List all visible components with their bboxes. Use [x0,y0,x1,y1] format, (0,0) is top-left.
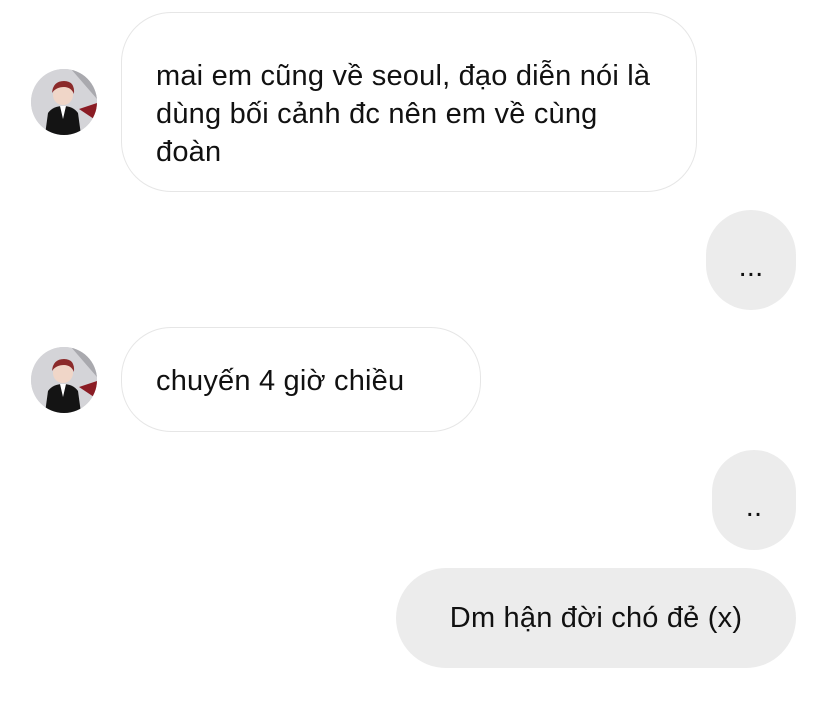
outgoing-message-bubble[interactable]: ... [706,210,796,310]
incoming-message-bubble[interactable]: mai em cũng về seoul, đạo diễn nói là dù… [121,12,697,192]
profile-photo [31,347,97,413]
contact-avatar[interactable] [31,69,97,135]
message-text: ... [738,251,764,283]
message-text: mai em cũng về seoul, đạo diễn nói là dù… [156,60,651,168]
profile-photo [31,69,97,135]
message-text: chuyến 4 giờ chiều [156,365,405,397]
message-text: .. [745,491,763,523]
outgoing-message-bubble[interactable]: .. [712,450,796,550]
message-text: Dm hận đời chó đẻ (x) [449,602,743,634]
incoming-message-bubble[interactable]: chuyến 4 giờ chiều [121,327,481,432]
outgoing-message-bubble[interactable]: Dm hận đời chó đẻ (x) [396,568,796,668]
contact-avatar[interactable] [31,347,97,413]
